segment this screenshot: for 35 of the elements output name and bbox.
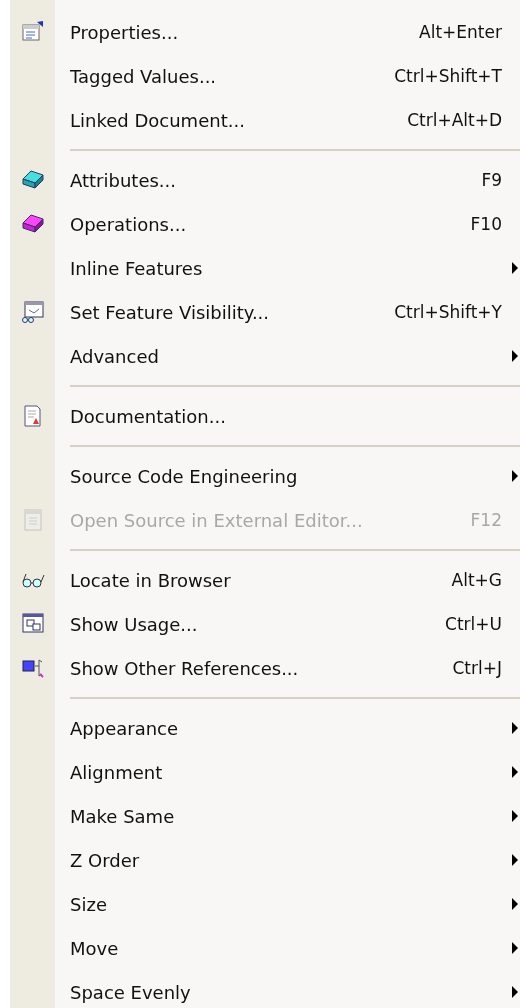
menu-item[interactable]: Source Code Engineering [10, 454, 520, 498]
menu-item[interactable]: Move [10, 926, 520, 970]
shortcut-label: Ctrl+Shift+T [394, 66, 502, 86]
menu-item[interactable]: Appearance [10, 706, 520, 750]
menu-item[interactable]: Alignment [10, 750, 520, 794]
shortcut-label: Alt+G [451, 570, 502, 590]
diagram-window-icon [20, 300, 45, 324]
shortcut-label: Ctrl+J [452, 658, 502, 678]
block-icon [20, 168, 45, 192]
menu-item[interactable]: Attributes... F9 [10, 158, 520, 202]
menu-item[interactable]: Locate in Browser Alt+G [10, 558, 520, 602]
menu-item[interactable]: Show Other References... Ctrl+J [10, 646, 520, 690]
shortcut-label: F9 [481, 170, 502, 190]
shortcut-label: F12 [470, 510, 502, 530]
shortcut-label: Ctrl+Alt+D [407, 110, 502, 130]
menu-item[interactable]: Set Feature Visibility... Ctrl+Shift+Y [10, 290, 520, 334]
menu-item[interactable]: Advanced [10, 334, 520, 378]
menu-item[interactable]: Operations... F10 [10, 202, 520, 246]
menu-item[interactable]: Size [10, 882, 520, 926]
menu-item[interactable]: Tagged Values... Ctrl+Shift+T [10, 54, 520, 98]
menu-item[interactable]: Documentation... [10, 394, 520, 438]
block-icon [20, 212, 45, 236]
nested-windows-icon [20, 612, 45, 636]
properties-sheet-icon [20, 20, 45, 44]
shortcut-label: Alt+Enter [419, 22, 502, 42]
menu-item[interactable]: Z Order [10, 838, 520, 882]
menu-item[interactable]: Inline Features [10, 246, 520, 290]
menu-item[interactable]: Make Same [10, 794, 520, 838]
menu-item[interactable]: Properties... Alt+Enter [10, 10, 520, 54]
shortcut-label: Ctrl+Shift+Y [394, 302, 502, 322]
shortcut-label: Ctrl+U [445, 614, 502, 634]
menu-item[interactable]: Space Evenly [10, 970, 520, 1008]
shortcut-label: F10 [470, 214, 502, 234]
menu-item[interactable]: Linked Document... Ctrl+Alt+D [10, 98, 520, 142]
menu-item[interactable]: Show Usage... Ctrl+U [10, 602, 520, 646]
